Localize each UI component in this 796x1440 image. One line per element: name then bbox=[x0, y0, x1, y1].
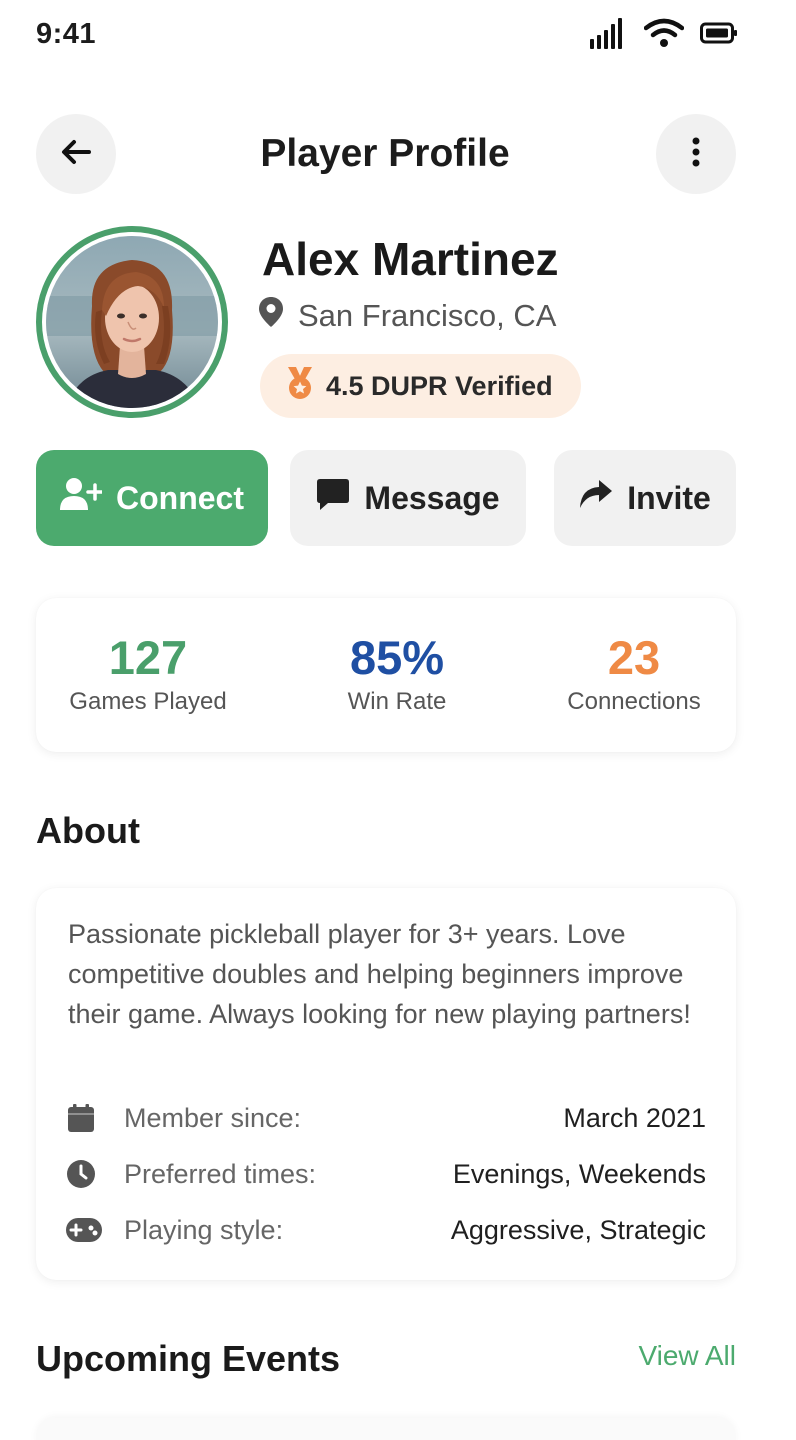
signal-icon bbox=[590, 17, 628, 54]
stat-win-rate: 85% Win Rate bbox=[287, 630, 507, 716]
info-value: Aggressive, Strategic bbox=[450, 1214, 706, 1245]
stats-card: 127 Games Played 85% Win Rate 23 Connect… bbox=[36, 598, 736, 752]
invite-label: Invite bbox=[627, 479, 711, 516]
connect-label: Connect bbox=[116, 479, 244, 516]
upcoming-events-heading: Upcoming Events bbox=[36, 1338, 341, 1379]
badge-text: 4.5 DUPR Verified bbox=[326, 370, 553, 401]
user-plus-icon bbox=[60, 477, 104, 519]
info-label: Preferred times: bbox=[124, 1158, 317, 1189]
stat-value: 23 bbox=[607, 631, 661, 684]
avatar-photo bbox=[46, 236, 218, 408]
stat-value: 127 bbox=[108, 631, 188, 684]
info-row-preferred-times: Preferred times: Evenings, Weekends bbox=[66, 1154, 706, 1194]
gamepad-icon bbox=[66, 1215, 102, 1245]
medal-icon bbox=[284, 366, 316, 407]
profile-name: Alex Martinez bbox=[262, 233, 559, 285]
message-label: Message bbox=[364, 479, 500, 516]
location-text: San Francisco, CA bbox=[298, 298, 557, 333]
info-label: Member since: bbox=[124, 1102, 302, 1133]
info-label: Playing style: bbox=[124, 1214, 284, 1245]
profile-location: San Francisco, CA bbox=[258, 296, 556, 336]
about-card: Passionate pickleball player for 3+ year… bbox=[36, 888, 736, 1280]
view-all-link[interactable]: View All bbox=[638, 1340, 736, 1372]
stat-label: Games Played bbox=[69, 688, 227, 715]
wifi-icon bbox=[643, 18, 685, 53]
share-icon bbox=[579, 479, 613, 517]
info-value: March 2021 bbox=[563, 1102, 706, 1133]
battery-icon bbox=[700, 22, 738, 49]
top-nav: Player Profile bbox=[0, 112, 796, 196]
status-time: 9:41 bbox=[36, 18, 97, 50]
stat-value: 85% bbox=[349, 631, 445, 684]
page-title: Player Profile bbox=[260, 132, 510, 175]
map-pin-icon bbox=[258, 296, 284, 336]
clock-icon bbox=[66, 1159, 96, 1189]
calendar-icon bbox=[66, 1103, 96, 1133]
message-button[interactable]: Message bbox=[290, 450, 526, 546]
stat-label: Connections bbox=[567, 688, 701, 715]
about-heading: About bbox=[36, 810, 140, 851]
more-options-button[interactable] bbox=[656, 114, 736, 194]
info-row-playing-style: Playing style: Aggressive, Strategic bbox=[66, 1210, 706, 1250]
status-bar: 9:41 bbox=[0, 0, 796, 70]
stat-label: Win Rate bbox=[347, 688, 447, 715]
connect-button[interactable]: Connect bbox=[36, 450, 268, 546]
status-icons bbox=[590, 17, 738, 54]
info-row-member-since: Member since: March 2021 bbox=[66, 1098, 706, 1138]
invite-button[interactable]: Invite bbox=[554, 450, 736, 546]
stat-games-played: 127 Games Played bbox=[38, 630, 258, 716]
stat-connections: 23 Connections bbox=[524, 630, 744, 716]
avatar bbox=[36, 226, 228, 418]
about-text: Passionate pickleball player for 3+ year… bbox=[68, 919, 691, 1029]
more-vertical-icon bbox=[691, 137, 701, 172]
message-icon bbox=[316, 477, 350, 519]
event-card[interactable] bbox=[36, 1418, 736, 1440]
dupr-badge: 4.5 DUPR Verified bbox=[260, 354, 581, 418]
info-value: Evenings, Weekends bbox=[452, 1158, 706, 1189]
